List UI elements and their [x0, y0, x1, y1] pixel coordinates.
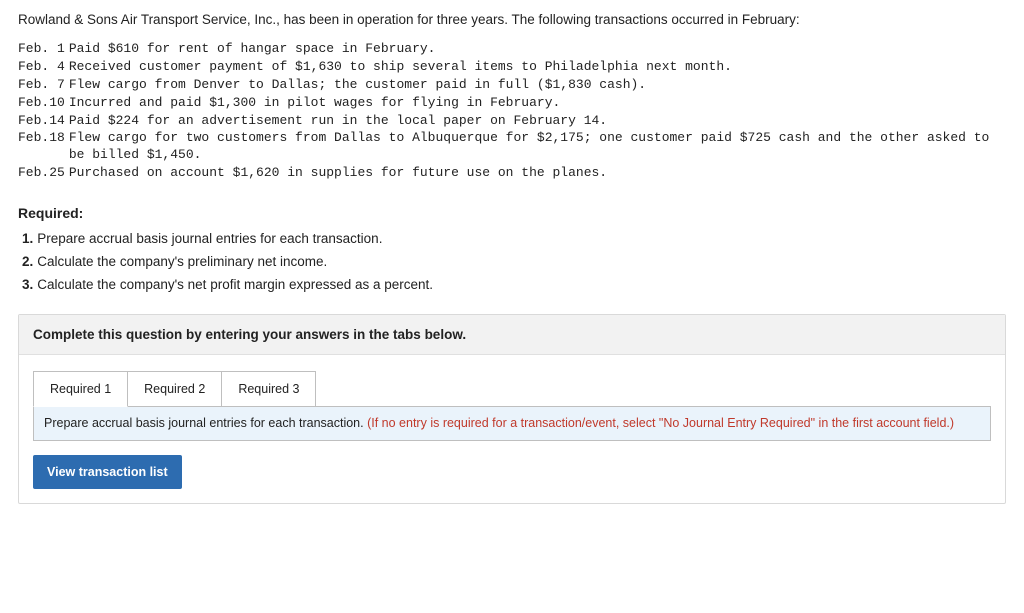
req-num: 2. [22, 254, 33, 269]
table-row: Feb.14Paid $224 for an advertisement run… [18, 113, 1006, 131]
tx-text: Purchased on account $1,620 in supplies … [69, 165, 1006, 183]
table-row: Feb. 7Flew cargo from Denver to Dallas; … [18, 77, 1006, 95]
tab-required-3[interactable]: Required 3 [221, 371, 316, 407]
tx-text: Paid $224 for an advertisement run in th… [69, 113, 1006, 131]
tab-instruction-hint: (If no entry is required for a transacti… [367, 416, 954, 430]
list-item: 3. Calculate the company's net profit mar… [22, 277, 1006, 292]
list-item: 1. Prepare accrual basis journal entries … [22, 231, 1006, 246]
required-heading: Required: [18, 205, 1006, 221]
tab-instruction-text: Prepare accrual basis journal entries fo… [44, 416, 367, 430]
requirements-list: 1. Prepare accrual basis journal entries … [18, 231, 1006, 292]
table-row: Feb.18Flew cargo for two customers from … [18, 130, 1006, 165]
tx-date: Feb.10 [18, 95, 69, 113]
req-num: 3. [22, 277, 33, 292]
tx-text: Flew cargo from Denver to Dallas; the cu… [69, 77, 1006, 95]
tab-instruction-bar: Prepare accrual basis journal entries fo… [33, 406, 991, 441]
table-row: Feb. 1Paid $610 for rent of hangar space… [18, 41, 1006, 59]
table-row: Feb.10Incurred and paid $1,300 in pilot … [18, 95, 1006, 113]
tab-required-1[interactable]: Required 1 [33, 371, 128, 407]
answers-panel: Complete this question by entering your … [18, 314, 1006, 504]
tx-date: Feb. 1 [18, 41, 69, 59]
tx-date: Feb.14 [18, 113, 69, 131]
tx-date: Feb.18 [18, 130, 69, 165]
problem-intro: Rowland & Sons Air Transport Service, In… [18, 12, 1006, 27]
req-num: 1. [22, 231, 33, 246]
tx-text: Received customer payment of $1,630 to s… [69, 59, 1006, 77]
list-item: 2. Calculate the company's preliminary ne… [22, 254, 1006, 269]
tx-text: Paid $610 for rent of hangar space in Fe… [69, 41, 1006, 59]
tx-date: Feb. 4 [18, 59, 69, 77]
req-text: Calculate the company's net profit margi… [37, 277, 433, 292]
complete-instruction: Complete this question by entering your … [19, 315, 1005, 355]
tx-text: Flew cargo for two customers from Dallas… [69, 130, 1006, 165]
tx-date: Feb.25 [18, 165, 69, 183]
tabs-row: Required 1 Required 2 Required 3 [19, 355, 1005, 407]
table-row: Feb.25Purchased on account $1,620 in sup… [18, 165, 1006, 183]
view-transaction-list-button[interactable]: View transaction list [33, 455, 182, 489]
tx-text: Incurred and paid $1,300 in pilot wages … [69, 95, 1006, 113]
tx-date: Feb. 7 [18, 77, 69, 95]
req-text: Calculate the company's preliminary net … [37, 254, 327, 269]
tab-required-2[interactable]: Required 2 [127, 371, 222, 407]
table-row: Feb. 4Received customer payment of $1,63… [18, 59, 1006, 77]
req-text: Prepare accrual basis journal entries fo… [37, 231, 382, 246]
transactions-table: Feb. 1Paid $610 for rent of hangar space… [18, 41, 1006, 183]
